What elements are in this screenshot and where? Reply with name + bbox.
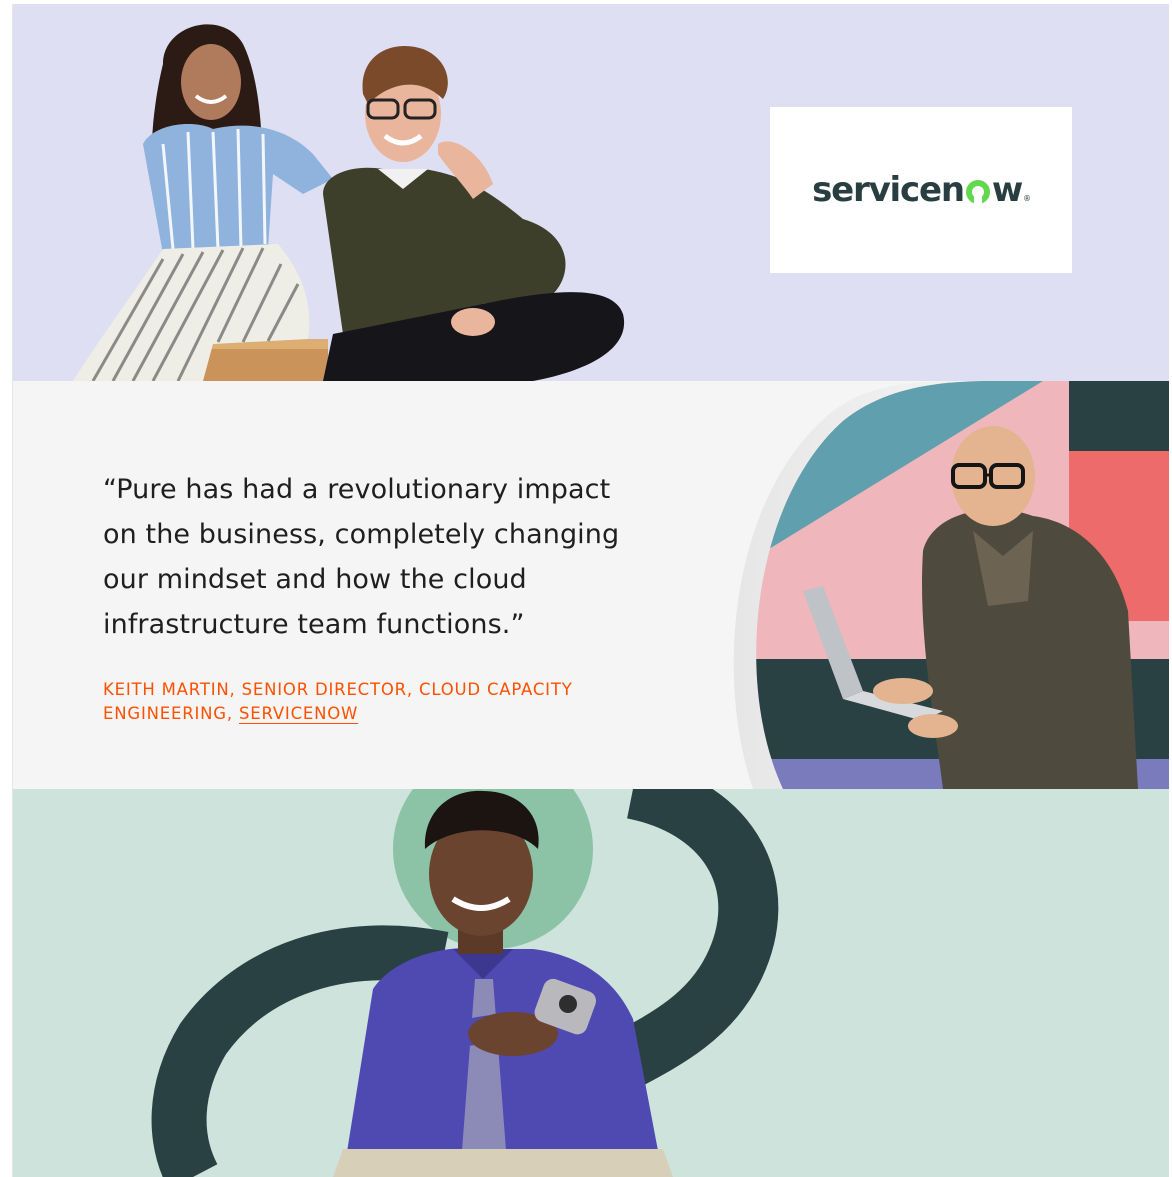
logo-wordmark-start: servicen — [812, 170, 965, 210]
servicenow-link[interactable]: SERVICENOW — [239, 704, 358, 723]
customer-quote: “Pure has had a revolutionary impact on … — [103, 474, 620, 640]
logo-registered-mark: ® — [1023, 194, 1031, 203]
bottom-hero-section — [13, 789, 1169, 1177]
case-study-page: servicen w ® “Pure has had a revolutiona… — [12, 4, 1169, 1177]
servicenow-logo: servicen w ® — [812, 170, 1031, 210]
quote-attribution: KEITH MARTIN, SENIOR DIRECTOR, CLOUD CAP… — [103, 678, 663, 726]
hero-section: servicen w ® — [13, 4, 1169, 381]
servicenow-logo-card: servicen w ® — [770, 107, 1072, 273]
logo-o-icon — [965, 180, 990, 203]
man-with-laptop-photo — [733, 381, 1169, 789]
man-with-phone-photo — [151, 789, 779, 1177]
logo-wordmark-end: w — [991, 170, 1023, 210]
quote-section: “Pure has had a revolutionary impact on … — [13, 381, 1169, 789]
two-people-sitting-photo — [73, 24, 625, 381]
